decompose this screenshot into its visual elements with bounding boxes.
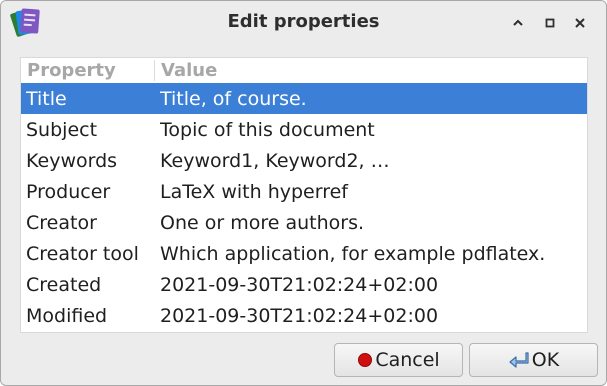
property-key: Subject — [26, 119, 98, 141]
table-row[interactable]: Producer LaTeX with hyperref — [21, 176, 587, 207]
property-value: Topic of this document — [160, 119, 375, 141]
stop-icon — [357, 352, 373, 368]
property-key: Title — [26, 88, 67, 110]
property-key: Producer — [26, 181, 111, 203]
title-bar[interactable]: Edit properties — [1, 1, 606, 43]
ok-label: OK — [531, 349, 560, 371]
property-key: Keywords — [26, 150, 118, 172]
table-row[interactable]: Creator tool Which application, for exam… — [21, 238, 587, 269]
column-header-value[interactable]: Value — [161, 58, 581, 83]
edit-properties-dialog: Edit properties Property Value Title Tit… — [0, 0, 607, 386]
ok-button[interactable]: OK — [469, 343, 598, 377]
property-key: Created — [26, 274, 102, 296]
table-row[interactable]: Creator One or more authors. — [21, 207, 587, 238]
property-key: Creator — [26, 212, 97, 234]
property-key: Creator tool — [26, 243, 139, 265]
maximize-icon[interactable] — [540, 13, 560, 33]
property-key: Modified — [26, 305, 108, 327]
enter-arrow-icon — [508, 351, 530, 369]
property-value: Which application, for example pdflatex. — [160, 243, 546, 265]
table-row[interactable]: Keywords Keyword1, Keyword2, … — [21, 145, 587, 176]
column-separator[interactable] — [154, 60, 155, 81]
minimize-icon[interactable] — [508, 13, 528, 33]
property-value: 2021-09-30T21:02:24+02:00 — [160, 305, 439, 327]
table-header: Property Value — [21, 58, 587, 83]
property-value: One or more authors. — [160, 212, 365, 234]
property-value: 2021-09-30T21:02:24+02:00 — [160, 274, 439, 296]
cancel-button[interactable]: Cancel — [334, 343, 463, 377]
property-value: Keyword1, Keyword2, … — [160, 150, 390, 172]
properties-table[interactable]: Property Value Title Title, of course. S… — [20, 57, 588, 333]
table-row[interactable]: Modified 2021-09-30T21:02:24+02:00 — [21, 300, 587, 331]
table-row[interactable]: Created 2021-09-30T21:02:24+02:00 — [21, 269, 587, 300]
close-icon[interactable] — [570, 13, 590, 33]
table-row[interactable]: Subject Topic of this document — [21, 114, 587, 145]
column-header-property[interactable]: Property — [27, 58, 151, 83]
cancel-label: Cancel — [375, 349, 440, 371]
property-value: LaTeX with hyperref — [160, 181, 348, 203]
table-row[interactable]: Title Title, of course. — [21, 83, 587, 114]
property-value: Title, of course. — [160, 88, 307, 110]
